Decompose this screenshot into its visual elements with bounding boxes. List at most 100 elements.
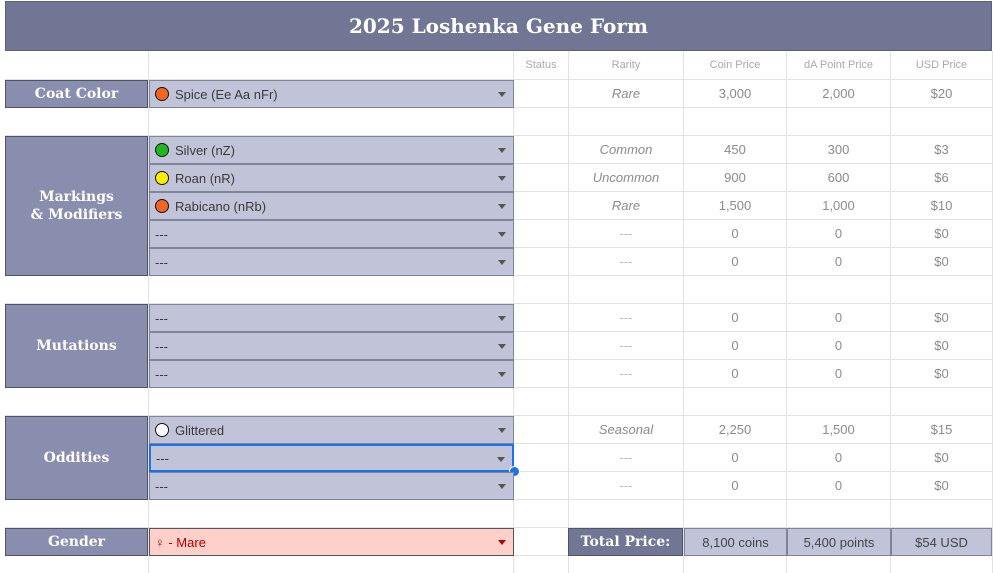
- total-price-label: Total Price:: [568, 528, 683, 556]
- dropdown-value: ---: [155, 310, 168, 326]
- caret-down-icon: [498, 540, 506, 545]
- rarity-cell: ---: [619, 310, 633, 325]
- rarity-cell: ---: [619, 366, 633, 381]
- coat-color-dropdown[interactable]: Spice (Ee Aa nFr): [149, 80, 514, 108]
- dropdown-value: ---: [155, 226, 168, 242]
- coin-price-cell: 2,250: [718, 422, 752, 437]
- marking-dropdown-3[interactable]: Rabicano (nRb): [149, 192, 514, 220]
- coin-price-cell: 0: [731, 338, 739, 353]
- coat-color-label: Coat Color: [34, 86, 119, 102]
- oddity-dropdown-3[interactable]: ---: [149, 472, 514, 500]
- total-points: 5,400 points: [787, 528, 891, 556]
- total-coins: 8,100 coins: [684, 528, 787, 556]
- dropdown-value: Roan (nR): [175, 170, 235, 186]
- column-header-coin-price: Coin Price: [709, 59, 761, 71]
- usd-price-cell: $0: [934, 338, 949, 353]
- rarity-cell: Common: [599, 142, 653, 157]
- da-price-cell: 1,500: [822, 422, 855, 437]
- mutation-dropdown-3[interactable]: ---: [149, 360, 514, 388]
- caret-down-icon: [498, 344, 506, 349]
- total-usd: $54 USD: [891, 528, 992, 556]
- color-dot-icon: [155, 199, 169, 213]
- usd-price-cell: $0: [934, 450, 949, 465]
- dropdown-value: ---: [155, 338, 168, 354]
- rarity-cell: ---: [619, 478, 633, 493]
- marking-dropdown-2[interactable]: Roan (nR): [149, 164, 514, 192]
- column-header-rarity: Rarity: [611, 59, 641, 71]
- dropdown-value: Silver (nZ): [175, 142, 235, 158]
- section-label-mutations: Mutations: [5, 304, 148, 388]
- marking-dropdown-1[interactable]: Silver (nZ): [149, 136, 514, 164]
- mutation-dropdown-2[interactable]: ---: [149, 332, 514, 360]
- da-price-cell: 2,000: [822, 86, 855, 101]
- section-label-gender: Gender: [5, 528, 148, 556]
- rarity-cell: ---: [619, 338, 633, 353]
- dropdown-value: ---: [155, 478, 168, 494]
- coin-price-cell: 0: [731, 226, 739, 241]
- dropdown-value: Spice (Ee Aa nFr): [175, 86, 278, 102]
- dropdown-value: Rabicano (nRb): [175, 198, 267, 214]
- coin-price-cell: 900: [724, 170, 746, 185]
- coin-price-cell: 450: [724, 142, 746, 157]
- rarity-cell: Uncommon: [592, 170, 660, 185]
- da-price-cell: 0: [834, 310, 843, 325]
- da-price-cell: 0: [834, 226, 843, 241]
- color-dot-icon: [155, 87, 169, 101]
- rarity-cell: Rare: [611, 198, 641, 213]
- da-price-cell: 1,000: [822, 198, 855, 213]
- dropdown-value: Glittered: [175, 422, 225, 438]
- mutations-label: Mutations: [36, 338, 117, 354]
- section-label-markings: Markings & Modifiers: [5, 136, 148, 276]
- column-header-da-point-price: dA Point Price: [803, 59, 874, 71]
- section-label-oddities: Oddities: [5, 416, 148, 500]
- gender-dropdown[interactable]: ♀ - Mare: [149, 528, 514, 556]
- markings-label-line2: & Modifiers: [30, 207, 123, 223]
- caret-down-icon: [498, 316, 506, 321]
- usd-price-cell: $0: [934, 478, 949, 493]
- rarity-cell: Seasonal: [598, 422, 654, 437]
- section-label-coat-color: Coat Color: [5, 80, 148, 108]
- caret-down-icon: [498, 92, 506, 97]
- coin-price-cell: 0: [731, 310, 739, 325]
- usd-price-cell: $0: [934, 310, 949, 325]
- oddity-dropdown-2[interactable]: ---: [149, 444, 514, 472]
- form-title: 2025 Loshenka Gene Form: [5, 1, 992, 51]
- caret-down-icon: [498, 372, 506, 377]
- marking-dropdown-4[interactable]: ---: [149, 220, 514, 248]
- coin-price-cell: 0: [731, 254, 739, 269]
- usd-price-cell: $0: [934, 254, 949, 269]
- da-price-cell: 0: [834, 254, 843, 269]
- caret-down-icon: [498, 204, 506, 209]
- usd-price-cell: $3: [934, 142, 949, 157]
- gender-label: Gender: [47, 534, 106, 550]
- caret-down-icon: [498, 260, 506, 265]
- color-dot-icon: [155, 423, 169, 437]
- da-price-cell: 0: [834, 366, 843, 381]
- rarity-cell: ---: [619, 226, 633, 241]
- usd-price-cell: $20: [930, 86, 953, 101]
- usd-price-cell: $0: [934, 366, 949, 381]
- dropdown-value: ♀ - Mare: [155, 534, 206, 550]
- oddity-dropdown-1[interactable]: Glittered: [149, 416, 514, 444]
- dropdown-value: ---: [155, 254, 168, 270]
- rarity-cell: Rare: [611, 86, 641, 101]
- coin-price-cell: 3,000: [718, 86, 752, 101]
- rarity-cell: ---: [619, 450, 633, 465]
- usd-price-cell: $15: [930, 422, 953, 437]
- da-price-cell: 0: [834, 338, 843, 353]
- marking-dropdown-5[interactable]: ---: [149, 248, 514, 276]
- caret-down-icon: [497, 457, 505, 462]
- coin-price-cell: 0: [731, 450, 739, 465]
- caret-down-icon: [498, 484, 506, 489]
- caret-down-icon: [498, 232, 506, 237]
- da-price-cell: 300: [827, 142, 850, 157]
- da-price-cell: 0: [834, 450, 843, 465]
- usd-price-cell: $6: [934, 170, 949, 185]
- oddities-label: Oddities: [43, 450, 110, 466]
- mutation-dropdown-1[interactable]: ---: [149, 304, 514, 332]
- color-dot-icon: [155, 171, 169, 185]
- caret-down-icon: [498, 176, 506, 181]
- column-header-status: Status: [525, 59, 557, 71]
- coin-price-cell: 0: [731, 478, 739, 493]
- column-header-usd-price: USD Price: [915, 59, 968, 71]
